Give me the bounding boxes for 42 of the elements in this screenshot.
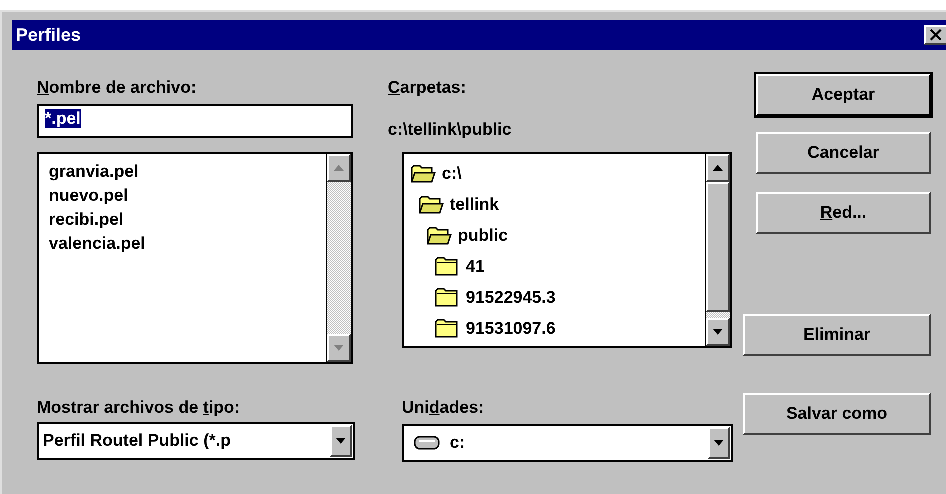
dropdown-button[interactable] (330, 425, 352, 457)
down-arrow-icon (713, 439, 725, 447)
down-arrow-icon (712, 328, 724, 336)
scroll-down-button[interactable] (327, 334, 351, 362)
folder-name[interactable]: 41 (466, 256, 485, 276)
folder-name[interactable]: tellink (450, 194, 500, 214)
scroll-up-button[interactable] (706, 154, 730, 182)
down-arrow-icon (333, 344, 345, 352)
dialog-button[interactable]: Cancelar (756, 132, 931, 174)
folders-label: Carpetas: (388, 78, 468, 98)
file-type-dropdown[interactable]: Perfil Routel Public (*.p (37, 422, 355, 460)
up-arrow-icon (333, 164, 345, 172)
scroll-thumb[interactable] (706, 182, 730, 312)
up-arrow-icon (712, 164, 724, 172)
folder-name[interactable]: 91531097.6 (466, 318, 556, 338)
file-item[interactable]: nuevo.pel (49, 184, 316, 208)
dialog-button[interactable]: Red... (756, 192, 931, 234)
file-item[interactable]: granvia.pel (49, 160, 316, 184)
drive-icon (414, 436, 440, 450)
file-item[interactable]: recibi.pel (49, 208, 316, 232)
scrollbar[interactable] (326, 154, 351, 362)
dropdown-button[interactable] (708, 427, 730, 459)
dialog-button[interactable]: Aceptar (756, 74, 931, 116)
file-name-label: Nombre de archivo: (37, 78, 198, 98)
save-as-button[interactable]: Salvar como (743, 393, 931, 435)
file-item[interactable]: valencia.pel (49, 232, 316, 256)
close-button[interactable] (924, 25, 946, 45)
folder-name[interactable]: public (458, 226, 508, 246)
down-arrow-icon (335, 437, 347, 445)
scroll-down-button[interactable] (706, 318, 730, 346)
folder-name[interactable]: c:\ (442, 164, 462, 184)
window-title: Perfiles (15, 24, 82, 46)
folder-name[interactable]: 91522945.3 (466, 288, 556, 308)
delete-button[interactable]: Eliminar (743, 314, 931, 356)
scroll-up-button[interactable] (327, 154, 351, 182)
drives-label: Unidades: (402, 398, 486, 418)
close-icon (929, 29, 943, 41)
file-type-label: Mostrar archivos de tipo: (37, 398, 242, 418)
drives-dropdown[interactable]: c: (402, 424, 733, 462)
file-name-field[interactable]: *.pel (37, 104, 353, 138)
current-path: c:\tellink\public (388, 120, 513, 140)
scrollbar[interactable] (705, 154, 730, 346)
